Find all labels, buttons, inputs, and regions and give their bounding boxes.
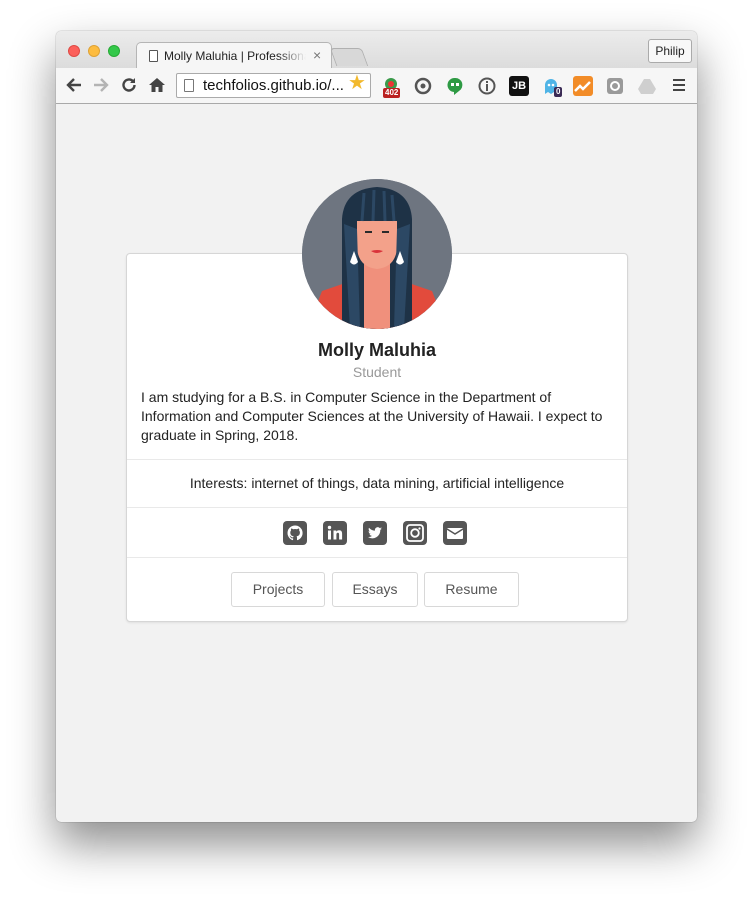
trend-chart-icon[interactable] [573, 76, 593, 96]
browser-window: Molly Maluhia | Professional Portfolio ×… [56, 31, 697, 822]
linkedin-icon[interactable] [323, 521, 347, 545]
extension-badge: 0 [554, 87, 563, 97]
sync-icon[interactable] [413, 76, 433, 96]
back-arrow-icon[interactable] [65, 76, 83, 97]
heart-badge-icon[interactable]: 402 [381, 76, 401, 98]
profile-role: Student [352, 364, 402, 380]
email-icon[interactable] [443, 521, 467, 545]
divider [127, 507, 627, 508]
avatar [302, 179, 452, 329]
new-tab-button[interactable] [329, 48, 369, 66]
essays-button[interactable]: Essays [332, 572, 418, 607]
close-window-button[interactable] [68, 45, 80, 57]
drive-icon[interactable] [637, 76, 657, 96]
twitter-icon[interactable] [363, 521, 387, 545]
title-bar: Molly Maluhia | Professional Portfolio ×… [56, 31, 697, 69]
instagram-icon[interactable] [403, 521, 427, 545]
link-icon[interactable] [605, 76, 625, 96]
ghost-icon[interactable]: 0 [541, 76, 563, 97]
address-bar[interactable]: techfolios.github.io/... [176, 73, 371, 98]
jetbrains-icon[interactable]: JB [509, 76, 529, 96]
tab-close-icon[interactable]: × [313, 47, 321, 63]
profile-bio: I am studying for a B.S. in Computer Sci… [141, 389, 603, 443]
tab-title: Molly Maluhia | Professional Portfolio [164, 49, 306, 63]
profile-name: Molly Maluhia [317, 340, 436, 360]
avatar-illustration [302, 179, 452, 329]
url-text: techfolios.github.io/... [203, 77, 344, 94]
jetbrains-label: JB [511, 80, 527, 92]
page-icon [184, 79, 194, 92]
divider [127, 557, 627, 558]
projects-button[interactable]: Projects [231, 572, 325, 607]
hangouts-icon[interactable] [445, 76, 465, 96]
extension-badge: 402 [383, 88, 401, 98]
resume-button[interactable]: Resume [424, 572, 519, 607]
profile-interests: Interests: internet of things, data mini… [189, 475, 565, 491]
github-icon[interactable] [283, 521, 307, 545]
zoom-window-button[interactable] [108, 45, 120, 57]
info-circle-icon[interactable] [477, 76, 497, 96]
menu-icon[interactable] [673, 79, 685, 94]
profile-button[interactable]: Philip [648, 39, 692, 63]
document-icon [149, 50, 158, 62]
home-icon[interactable] [148, 76, 166, 97]
forward-arrow-icon[interactable] [92, 76, 110, 97]
reload-icon[interactable] [120, 76, 138, 97]
browser-toolbar: techfolios.github.io/... ★ 402 JB 0 [56, 68, 697, 104]
browser-tab[interactable]: Molly Maluhia | Professional Portfolio × [136, 42, 332, 69]
divider [127, 459, 627, 460]
minimize-window-button[interactable] [88, 45, 100, 57]
bookmark-star-icon[interactable]: ★ [348, 73, 366, 93]
